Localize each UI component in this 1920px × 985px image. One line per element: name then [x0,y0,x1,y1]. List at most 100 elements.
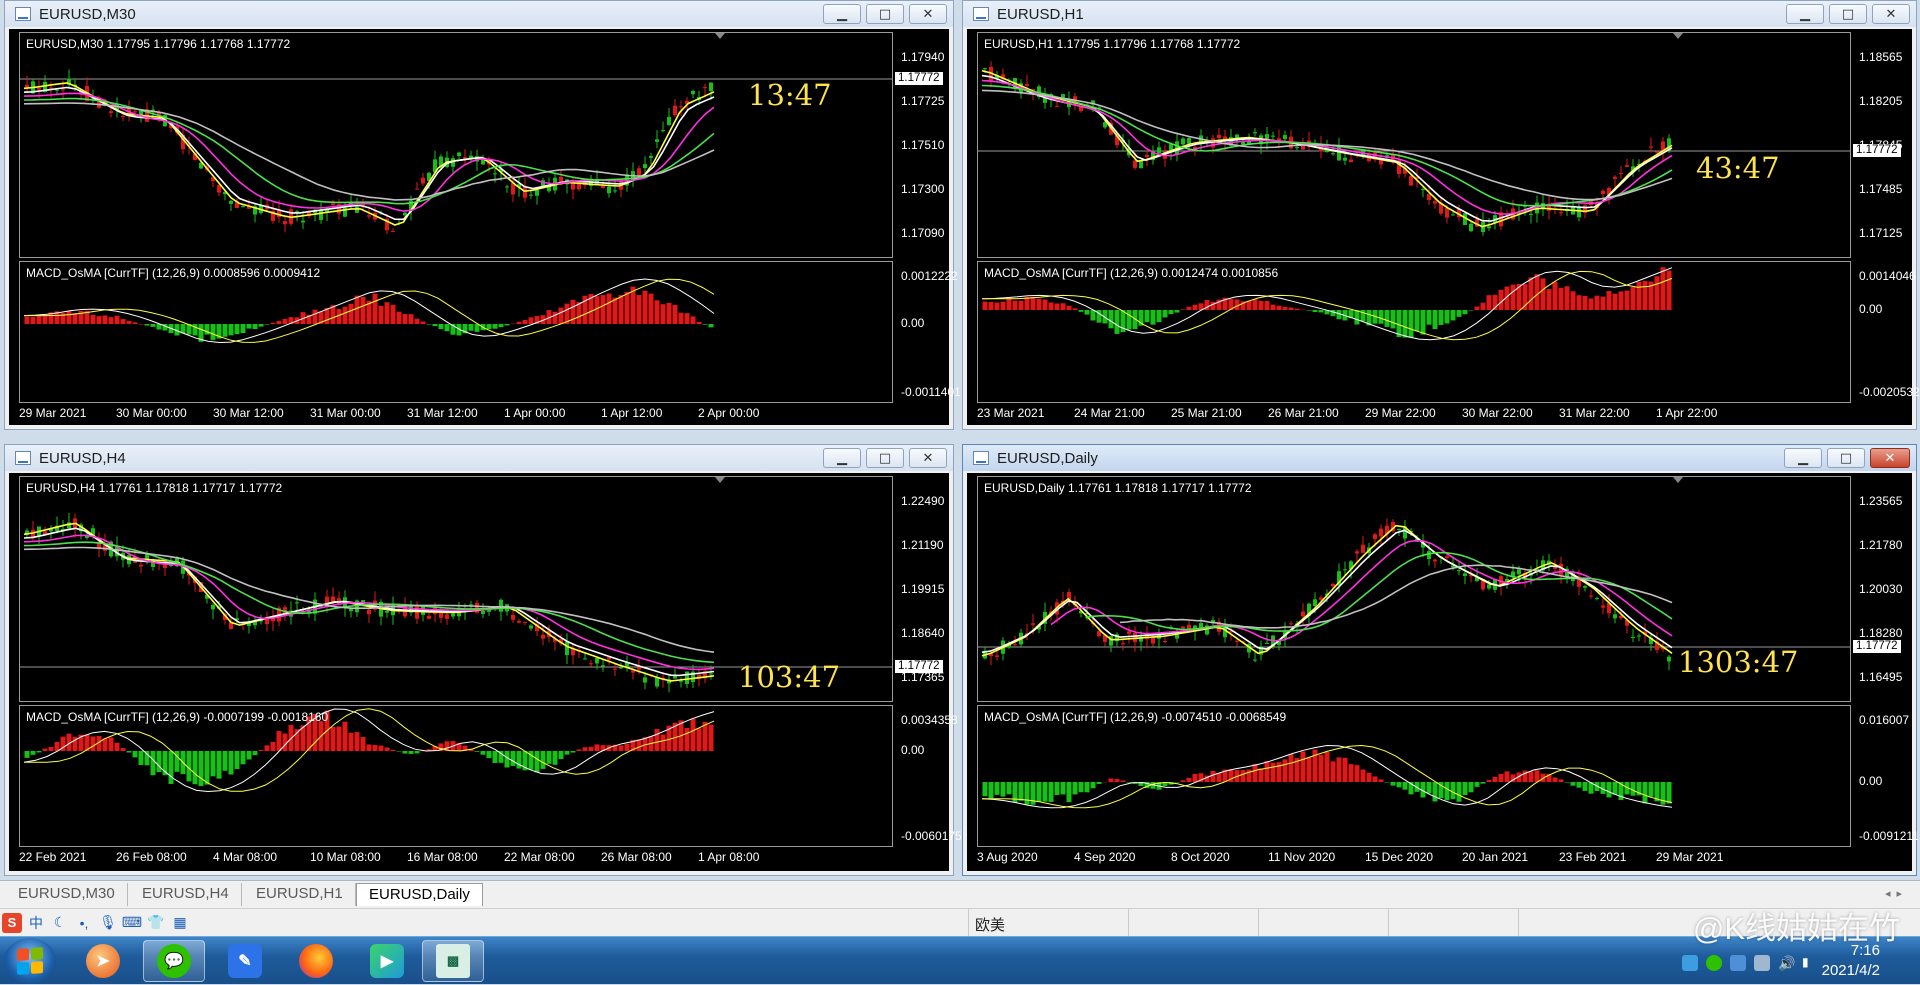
taskbar-firefox[interactable] [285,940,347,982]
macd-histogram-bar [1402,310,1408,338]
macd-histogram-bar [1276,305,1282,310]
tab-eurusd-daily[interactable]: EURUSD,Daily [356,883,483,906]
candle-body [61,89,65,91]
time-scale-label: 24 Mar 21:00 [1074,406,1145,420]
price-pane[interactable]: EURUSD,Daily 1.17761 1.17818 1.17717 1.1… [977,476,1851,702]
chart-window-h4[interactable]: EURUSD,H4 ▁ □ ✕ EURUSD,H4 1.17761 1.1781… [4,444,962,876]
taskbar-feishu[interactable]: ✎ [214,940,276,982]
tab-eurusd-h4[interactable]: EURUSD,H4 [130,883,242,906]
candle-body [1421,189,1425,191]
minimize-button[interactable]: ▁ [1784,448,1822,468]
close-button[interactable]: ✕ [909,448,947,468]
minimize-button[interactable]: ▁ [1786,4,1824,24]
chart-window-daily[interactable]: EURUSD,Daily ▁ □ ✕ EURUSD,Daily 1.17761 … [962,444,1919,876]
keyboard-icon[interactable]: ⌨ [122,913,142,933]
macd-histogram-bar [1612,782,1618,795]
ma-magenta-line [23,92,715,212]
time-scale-label: 22 Feb 2021 [19,850,87,864]
macd-histogram-bar [1096,782,1102,784]
macd-histogram-bar [504,324,510,326]
candle-body [1235,640,1239,642]
punctuation-icon[interactable]: •, [74,913,94,933]
macd-pane[interactable]: MACD_OsMA [CurrTF] (12,26,9) 0.0008596 0… [19,261,893,403]
candle-body [1613,176,1617,179]
macd-histogram-bar [636,739,642,751]
close-button[interactable]: ✕ [1870,448,1910,468]
price-pane[interactable]: EURUSD,M30 1.17795 1.17796 1.17768 1.177… [19,32,893,258]
candle-countdown-timer: 43:47 [1696,151,1780,185]
candle-body [637,168,641,177]
candle-body [1181,138,1185,145]
volume-icon[interactable]: 🔊 [1778,955,1795,971]
window-titlebar[interactable]: EURUSD,Daily ▁ □ ✕ [963,445,1916,471]
macd-histogram-bar [1252,764,1258,782]
macd-histogram-bar [1384,782,1390,783]
macd-histogram-bar [240,324,246,333]
macd-histogram-bar [150,751,156,776]
minimize-button[interactable]: ▁ [823,4,861,24]
chart-area[interactable]: EURUSD,Daily 1.17761 1.17818 1.17717 1.1… [967,473,1919,871]
time-scale-label: 29 Mar 2021 [19,406,87,420]
macd-scale-label: 0.00 [901,316,925,330]
ime-mode-indicator[interactable]: 中 [26,913,46,933]
chart-window-h1[interactable]: EURUSD,H1 ▁ □ ✕ EURUSD,H1 1.17795 1.1779… [962,0,1920,430]
macd-histogram-bar [258,324,264,327]
price-pane[interactable]: EURUSD,H1 1.17795 1.17796 1.17768 1.1777… [977,32,1851,258]
tab-scroll-arrows[interactable]: ◂▸ [1885,887,1908,900]
candle-body [1559,212,1563,214]
time-scale-label: 31 Mar 00:00 [310,406,381,420]
macd-histogram-bar [330,727,336,751]
macd-pane[interactable]: MACD_OsMA [CurrTF] (12,26,9) -0.0074510 … [977,705,1851,847]
taskbar-video-player[interactable]: ▶ [356,940,418,982]
macd-pane[interactable]: MACD_OsMA [CurrTF] (12,26,9) 0.0012474 0… [977,261,1851,403]
network-icon[interactable] [1754,955,1770,971]
macd-scale-label: -0.0011401 [901,385,961,399]
candle-body [983,68,987,70]
candle-body [403,212,407,216]
maximize-button[interactable]: □ [1829,4,1867,24]
macd-info-label: MACD_OsMA [CurrTF] (12,26,9) 0.0008596 0… [26,266,321,280]
maximize-button[interactable]: □ [1827,448,1865,468]
macd-histogram-bar [1630,287,1636,310]
signal-icon[interactable]: ▮ [1802,955,1818,971]
maximize-button[interactable]: □ [866,4,904,24]
window-titlebar[interactable]: EURUSD,H4 ▁ □ ✕ [5,445,953,471]
macd-histogram-bar [1444,310,1450,324]
chart-area[interactable]: EURUSD,M30 1.17795 1.17796 1.17768 1.177… [9,29,961,425]
skin-icon[interactable]: 👕 [146,913,166,933]
candle-body [25,84,29,88]
sogou-ime-icon[interactable]: S [2,912,22,933]
price-pane[interactable]: EURUSD,H4 1.17761 1.17818 1.17717 1.1777… [19,476,893,702]
close-button[interactable]: ✕ [909,4,947,24]
shield-icon[interactable] [1730,955,1746,971]
macd-histogram-bar [1480,782,1486,784]
security-icon[interactable] [1682,955,1698,971]
window-titlebar[interactable]: EURUSD,H1 ▁ □ ✕ [963,1,1916,27]
chart-area[interactable]: EURUSD,H4 1.17761 1.17818 1.17717 1.1777… [9,473,962,871]
chart-area[interactable]: EURUSD,H1 1.17795 1.17796 1.17768 1.1777… [967,29,1920,425]
ime-toolbar[interactable]: S 中 ☾ •, 🎙 ⌨ 👕 ▦ [2,912,190,933]
macd-histogram-bar [594,296,600,324]
close-button[interactable]: ✕ [1872,4,1910,24]
candle-body [1457,570,1461,572]
price-scale-label: 1.20030 [1859,582,1903,596]
microphone-icon[interactable]: 🎙 [98,913,118,933]
macd-pane[interactable]: MACD_OsMA [CurrTF] (12,26,9) -0.0007199 … [19,705,893,847]
taskbar-pattern-app[interactable]: ▩ [422,940,484,982]
wechat-tray-icon[interactable] [1706,955,1722,971]
macd-histogram-bar [510,323,516,325]
toolbox-icon[interactable]: ▦ [170,913,190,933]
moon-icon[interactable]: ☾ [50,913,70,933]
taskbar-wechat[interactable]: 💬 [143,940,205,982]
start-button[interactable] [4,938,56,984]
maximize-button[interactable]: □ [866,448,904,468]
macd-histogram-bar [1504,771,1510,782]
window-titlebar[interactable]: EURUSD,M30 ▁ □ ✕ [5,1,953,27]
status-cell [1388,909,1518,937]
taskbar-app-1[interactable]: ➤ [72,940,134,982]
chart-window-m30[interactable]: EURUSD,M30 ▁ □ ✕ EURUSD,M30 1.17795 1.17… [4,0,961,430]
tab-eurusd-h1[interactable]: EURUSD,H1 [244,883,356,906]
tab-eurusd-m30[interactable]: EURUSD,M30 [6,883,128,906]
price-scale-label: 1.23565 [1859,494,1903,508]
minimize-button[interactable]: ▁ [823,448,861,468]
